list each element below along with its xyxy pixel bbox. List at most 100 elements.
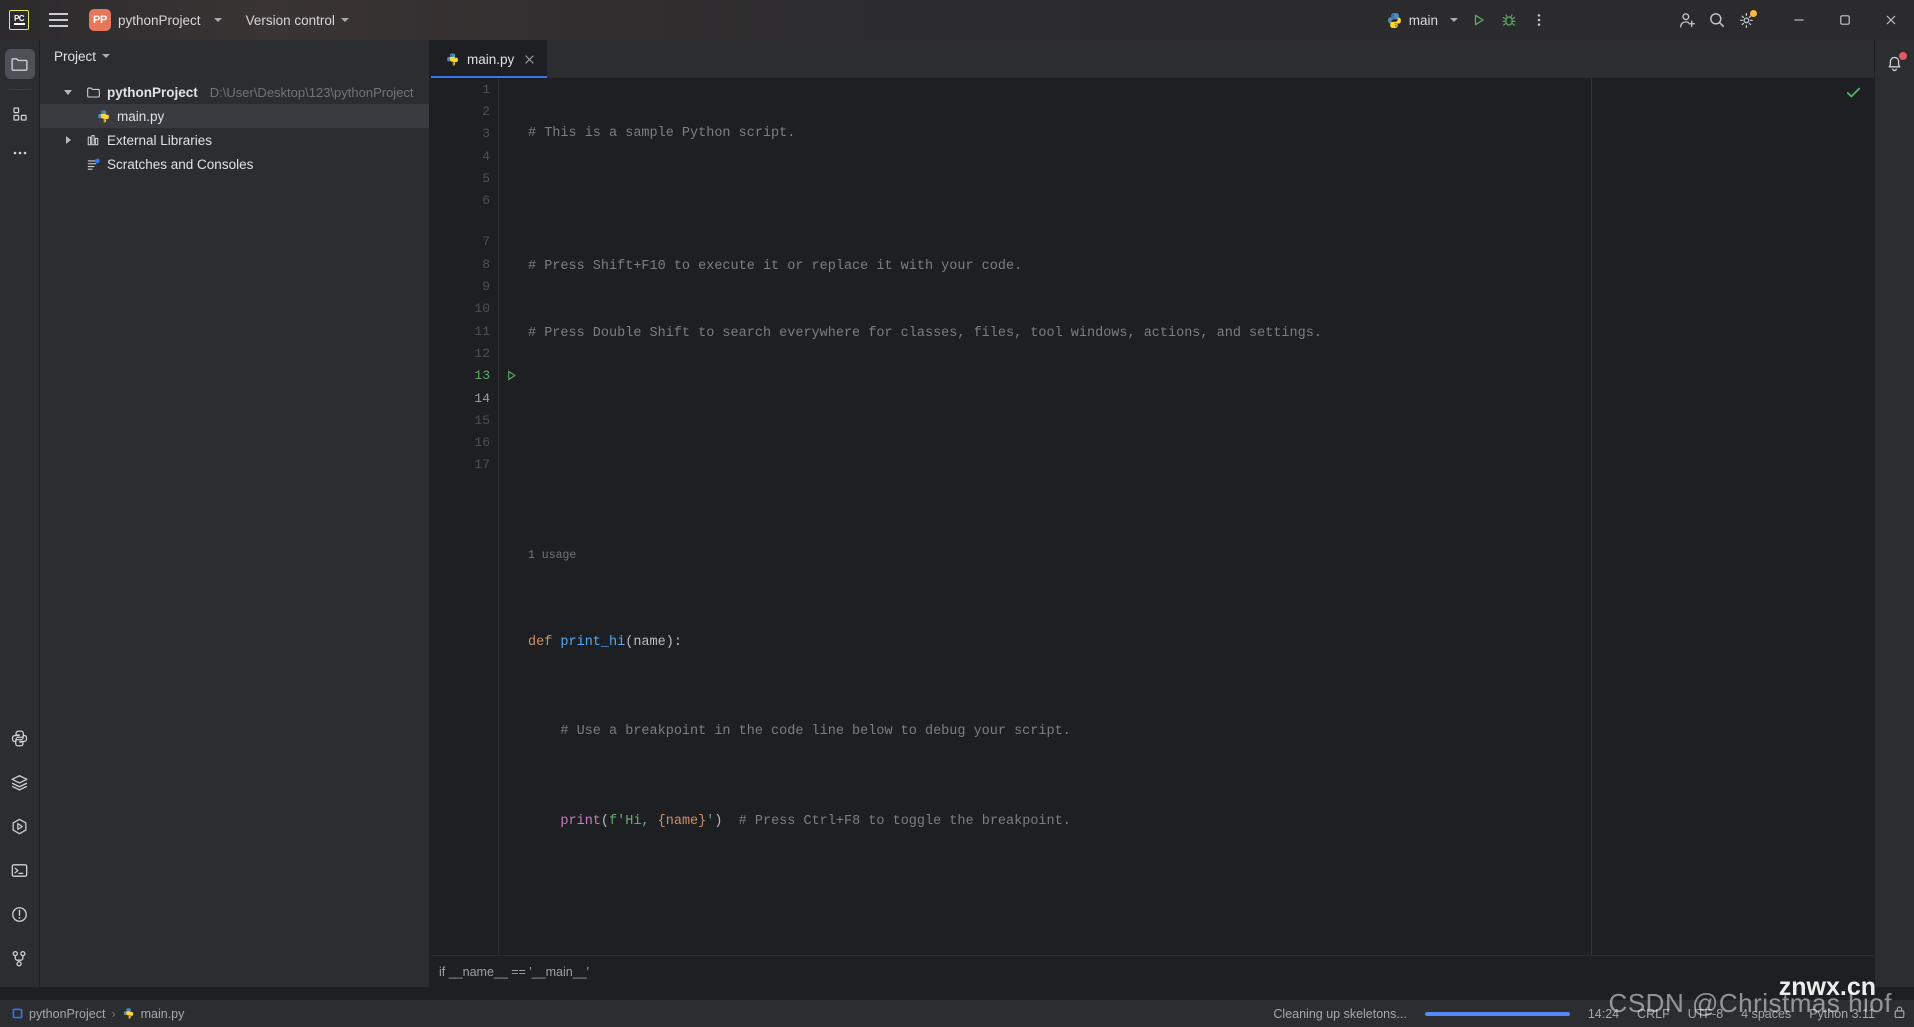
sidebar-item-problems[interactable] bbox=[5, 899, 35, 929]
project-panel-title: Project bbox=[54, 48, 97, 64]
code-line[interactable]: print(f'Hi, {name}') # Press Ctrl+F8 to … bbox=[498, 811, 1914, 833]
twisty-expanded-icon[interactable] bbox=[62, 86, 74, 98]
editor-gutter[interactable]: 1 2 3 4 5 6 7 8 9 10 11 12 13 14 15 16 1… bbox=[431, 78, 516, 955]
code-line[interactable]: # Press Shift+F10 to execute it or repla… bbox=[498, 256, 1914, 278]
code-token: # Press Ctrl+F8 to toggle the breakpoint… bbox=[738, 813, 1071, 829]
project-widget[interactable]: PP pythonProject bbox=[85, 7, 230, 33]
encoding-widget[interactable]: UTF-8 bbox=[1688, 1007, 1723, 1021]
tree-node-scratches-and-consoles[interactable]: Scratches and Consoles bbox=[40, 152, 429, 176]
sidebar-item-terminal[interactable] bbox=[5, 855, 35, 885]
close-window-button[interactable] bbox=[1868, 0, 1914, 40]
code-line[interactable] bbox=[498, 189, 1914, 211]
code-line[interactable] bbox=[498, 457, 1914, 479]
project-tool-window: Project pythonProject D:\User\Desktop\12… bbox=[40, 40, 430, 987]
line-separator-widget[interactable]: CRLF bbox=[1637, 1007, 1670, 1021]
search-icon bbox=[1710, 13, 1725, 28]
code-line[interactable] bbox=[498, 900, 1914, 922]
module-icon bbox=[12, 1008, 23, 1019]
sidebar-item-structure[interactable] bbox=[5, 99, 35, 129]
left-tool-rail bbox=[0, 40, 40, 987]
main-menu-button[interactable] bbox=[41, 5, 75, 35]
interpreter-widget[interactable]: Python 3.11 bbox=[1809, 1007, 1875, 1021]
python-icon bbox=[1387, 12, 1401, 28]
chevron-down-icon bbox=[213, 18, 222, 22]
minimize-window-button[interactable] bbox=[1776, 0, 1822, 40]
sidebar-item-python-console[interactable] bbox=[5, 723, 35, 753]
code-line[interactable]: # This is a sample Python script. bbox=[498, 123, 1914, 145]
code-token: def bbox=[528, 635, 561, 651]
search-everywhere-button[interactable] bbox=[1702, 5, 1732, 35]
code-token: # Press Shift+F10 to execute it or repla… bbox=[528, 259, 1023, 275]
version-control-widget[interactable]: Version control bbox=[238, 7, 357, 33]
status-bar: pythonProject › main.py Cleaning up skel… bbox=[0, 1000, 1914, 1027]
project-badge: PP bbox=[89, 9, 111, 31]
read-only-toggle[interactable] bbox=[1893, 1005, 1906, 1022]
twisty-collapsed-icon[interactable] bbox=[62, 134, 74, 146]
code-text-area[interactable]: # This is a sample Python script. # Pres… bbox=[498, 78, 1914, 955]
line-number: 15 bbox=[474, 412, 490, 428]
tree-node-label: External Libraries bbox=[107, 132, 213, 148]
project-name-label: pythonProject bbox=[118, 12, 201, 28]
sidebar-item-python-packages[interactable] bbox=[5, 767, 35, 797]
usage-hint[interactable]: 1 usage bbox=[498, 546, 1914, 565]
status-breadcrumb-project[interactable]: pythonProject bbox=[12, 1007, 105, 1021]
notifications-button[interactable] bbox=[1880, 49, 1910, 79]
run-tool-icon bbox=[12, 818, 27, 834]
line-number: 5 bbox=[482, 170, 490, 186]
run-configuration-selector[interactable]: main bbox=[1380, 7, 1464, 33]
checkmark-icon bbox=[1846, 87, 1861, 98]
code-line[interactable]: # Use a breakpoint in the code line belo… bbox=[498, 721, 1914, 743]
line-number: 11 bbox=[474, 323, 490, 339]
structure-icon bbox=[12, 107, 27, 121]
code-token: ( bbox=[600, 813, 610, 829]
line-number-with-run-marker[interactable]: 13 bbox=[431, 365, 516, 387]
project-panel-header[interactable]: Project bbox=[40, 40, 429, 72]
sidebar-item-project[interactable] bbox=[4, 49, 35, 79]
code-token: (name): bbox=[625, 635, 682, 651]
code-token: # Use a breakpoint in the code line belo… bbox=[528, 724, 1071, 740]
maximize-window-button[interactable] bbox=[1822, 0, 1868, 40]
hamburger-icon-line bbox=[48, 19, 68, 21]
code-line[interactable]: # Press Double Shift to search everywher… bbox=[498, 323, 1914, 345]
indent-widget[interactable]: 4 spaces bbox=[1741, 1007, 1791, 1021]
tree-node-label: Scratches and Consoles bbox=[107, 156, 254, 172]
editor-tab-main-py[interactable]: main.py bbox=[431, 40, 548, 78]
inspection-status-widget[interactable] bbox=[1845, 84, 1862, 106]
code-with-me-button[interactable] bbox=[1672, 5, 1702, 35]
editor-tab-strip: main.py bbox=[431, 40, 1914, 78]
tree-node-external-libraries[interactable]: External Libraries bbox=[40, 128, 429, 152]
more-actions-button[interactable] bbox=[1524, 5, 1554, 35]
code-token: # This is a sample Python script. bbox=[528, 125, 796, 141]
chevron-down-icon bbox=[340, 18, 349, 22]
settings-button[interactable] bbox=[1732, 5, 1762, 35]
code-token: print_hi bbox=[560, 635, 626, 651]
code-editor[interactable]: 1 2 3 4 5 6 7 8 9 10 11 12 13 14 15 16 1… bbox=[431, 78, 1914, 987]
code-line[interactable]: def print_hi(name): bbox=[498, 632, 1914, 654]
debug-button[interactable] bbox=[1494, 5, 1524, 35]
scratches-icon bbox=[87, 158, 100, 170]
code-token: {name} bbox=[657, 813, 707, 829]
code-line[interactable] bbox=[498, 390, 1914, 412]
tree-node-pythonProject[interactable]: pythonProject D:\User\Desktop\123\python… bbox=[40, 80, 429, 104]
background-task-label[interactable]: Cleaning up skeletons... bbox=[1273, 1007, 1406, 1021]
code-token: f'Hi, bbox=[609, 813, 658, 829]
chevron-down-icon bbox=[102, 54, 111, 58]
title-bar-right: main bbox=[1380, 0, 1914, 40]
sidebar-item-more-tool-windows[interactable] bbox=[5, 138, 35, 168]
sidebar-item-run[interactable] bbox=[5, 811, 35, 841]
progress-fill bbox=[1424, 1011, 1570, 1016]
editor-breadcrumbs[interactable]: if __name__ == '__main__' bbox=[431, 955, 1914, 987]
close-tab-button[interactable] bbox=[521, 51, 537, 67]
run-button[interactable] bbox=[1464, 5, 1494, 35]
code-scroll-region: 1 2 3 4 5 6 7 8 9 10 11 12 13 14 15 16 1… bbox=[431, 78, 1914, 955]
line-number: 17 bbox=[474, 457, 490, 473]
status-breadcrumb-file[interactable]: main.py bbox=[122, 1007, 184, 1021]
tree-node-main-py[interactable]: main.py bbox=[40, 104, 429, 128]
sidebar-item-version-control[interactable] bbox=[5, 943, 35, 973]
notification-badge bbox=[1898, 52, 1907, 60]
clock-label[interactable]: 14:24 bbox=[1588, 1007, 1619, 1021]
folder-icon bbox=[11, 57, 28, 71]
code-token: print bbox=[560, 813, 601, 829]
line-number: 8 bbox=[482, 256, 490, 272]
